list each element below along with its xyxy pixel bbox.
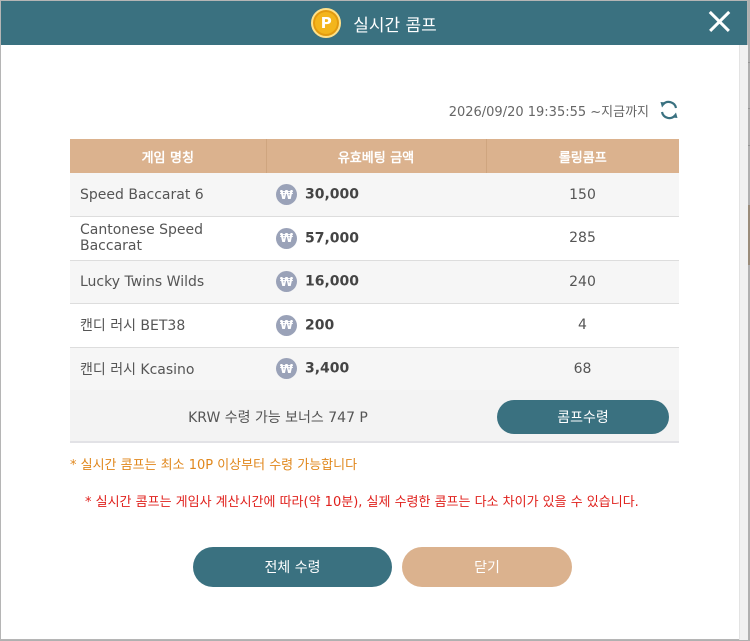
rolling-comp: 240 <box>486 260 679 304</box>
minimum-notice: * 실시간 콤프는 최소 10P 이상부터 수령 가능합니다 <box>70 458 358 473</box>
bet-amount: 30,000 <box>305 186 360 203</box>
column-header-bet: 유효베팅 금액 <box>266 139 487 173</box>
timestamp-row: 2026/09/20 19:35:55 ~지금까지 <box>301 97 681 123</box>
comp-receive-button[interactable]: 콤프수령 <box>497 400 669 434</box>
bonus-row: KRW 수령 가능 보너스 747 P 콤프수령 <box>70 390 679 443</box>
modal-title: 실시간 콤프 <box>353 15 437 36</box>
timestamp-text: 2026/09/20 19:35:55 ~지금까지 <box>448 104 649 120</box>
rolling-comp: 285 <box>486 216 679 261</box>
coin-symbol: P <box>320 14 332 32</box>
bet-amount: 16,000 <box>305 273 360 290</box>
close-icon[interactable] <box>705 7 735 37</box>
table-row: Lucky Twins Wilds ₩16,000 240 <box>70 260 679 304</box>
table-row: 캔디 러시 BET38 ₩200 4 <box>70 303 679 348</box>
won-icon: ₩ <box>276 184 297 205</box>
refresh-icon[interactable] <box>657 98 681 122</box>
bet-cell: ₩3,400 <box>266 347 486 391</box>
bet-amount: 57,000 <box>305 230 360 247</box>
column-header-comp: 롤링콤프 <box>486 139 679 173</box>
realtime-comp-modal: P 실시간 콤프 2026/09/20 19:35:55 ~지금까지 게임 명칭… <box>0 0 748 640</box>
bet-amount: 200 <box>305 317 335 334</box>
bet-cell: ₩57,000 <box>266 216 486 261</box>
table-row: 캔디 러시 Kcasino ₩3,400 68 <box>70 347 679 391</box>
receive-all-button[interactable]: 전체 수령 <box>193 547 392 587</box>
bet-amount: 3,400 <box>305 360 350 377</box>
rolling-comp: 4 <box>486 303 679 348</box>
timing-notice: * 실시간 콤프는 게임사 계산시간에 따라(약 10분), 실제 수령한 콤프… <box>85 495 639 510</box>
modal-title-group: P 실시간 콤프 <box>1 1 747 45</box>
bet-cell: ₩200 <box>266 303 486 348</box>
game-name: 캔디 러시 Kcasino <box>70 347 266 391</box>
comp-table: 게임 명칭 유효베팅 금액 롤링콤프 Speed Baccarat 6 ₩30,… <box>70 139 679 391</box>
won-icon: ₩ <box>276 227 297 249</box>
bet-cell: ₩30,000 <box>266 173 486 217</box>
bet-cell: ₩16,000 <box>266 260 486 304</box>
bonus-available-text: KRW 수령 가능 보너스 747 P <box>188 409 368 426</box>
game-name: Speed Baccarat 6 <box>70 173 266 217</box>
scrollbar-track[interactable] <box>739 45 748 640</box>
won-icon: ₩ <box>276 271 297 293</box>
game-name: Cantonese Speed Baccarat <box>70 216 266 261</box>
table-row: Cantonese Speed Baccarat ₩57,000 285 <box>70 216 679 261</box>
modal-header: P 실시간 콤프 <box>1 1 747 45</box>
game-name: Lucky Twins Wilds <box>70 260 266 304</box>
won-icon: ₩ <box>276 314 297 336</box>
column-header-game: 게임 명칭 <box>70 139 267 173</box>
table-row: Speed Baccarat 6 ₩30,000 150 <box>70 173 679 217</box>
coin-icon: P <box>311 8 342 38</box>
won-icon: ₩ <box>276 358 297 380</box>
game-name: 캔디 러시 BET38 <box>70 303 266 348</box>
rolling-comp: 150 <box>486 173 679 217</box>
table-header-row: 게임 명칭 유효베팅 금액 롤링콤프 <box>70 139 679 173</box>
rolling-comp: 68 <box>486 347 679 391</box>
close-button[interactable]: 닫기 <box>402 547 572 587</box>
